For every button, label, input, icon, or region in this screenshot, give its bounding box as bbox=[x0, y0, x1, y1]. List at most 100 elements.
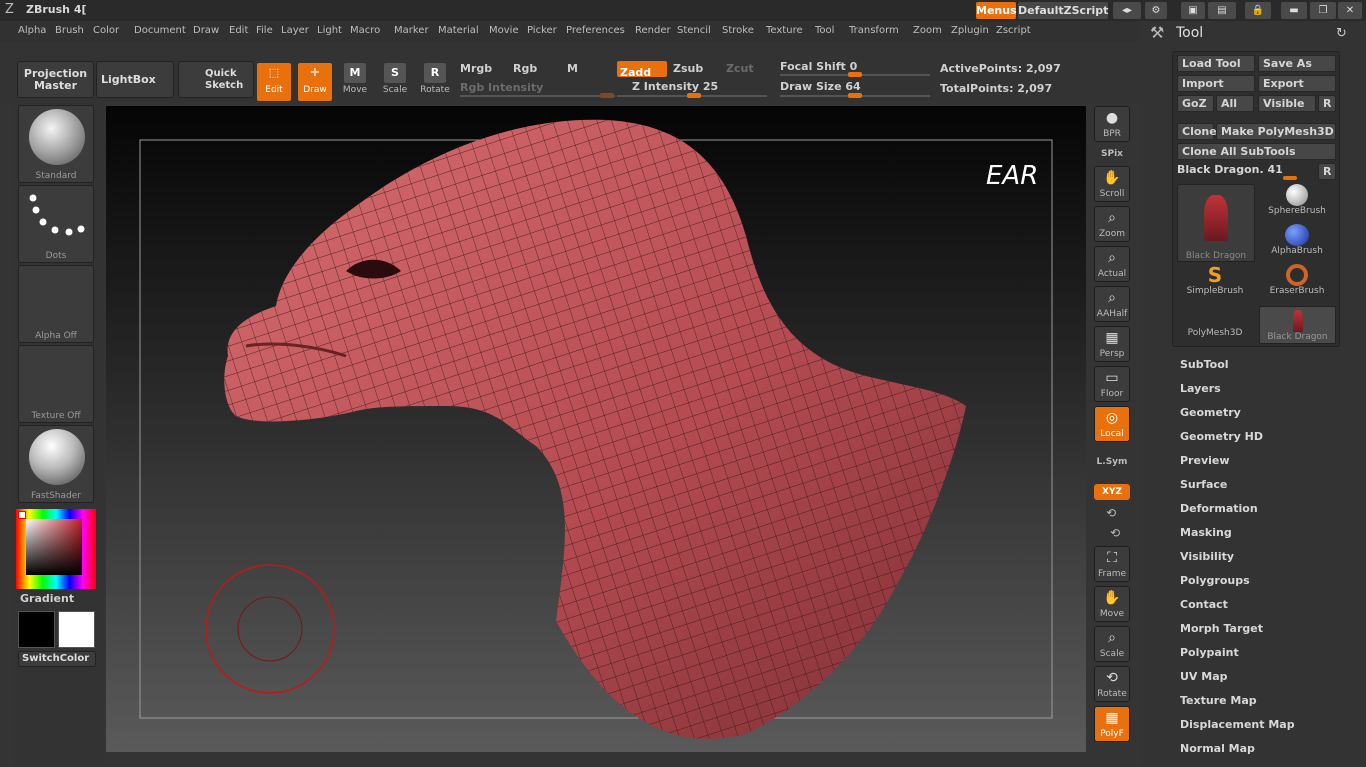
subtool-eraserbrush[interactable]: EraserBrush bbox=[1259, 264, 1335, 302]
projection-master-button[interactable]: Projection Master bbox=[17, 61, 94, 98]
rotate-z-icon[interactable]: ⟲ bbox=[1110, 526, 1120, 540]
menu-texture[interactable]: Texture bbox=[766, 25, 803, 36]
subtool-black-dragon-large[interactable]: Black Dragon bbox=[1177, 184, 1255, 262]
viewport[interactable]: EAR bbox=[106, 106, 1086, 752]
subtool-simplebrush[interactable]: S SimpleBrush bbox=[1177, 264, 1253, 302]
rotate-button[interactable]: ⟲ Rotate bbox=[1094, 666, 1130, 702]
section-layers[interactable]: Layers bbox=[1180, 382, 1221, 395]
section-masking[interactable]: Masking bbox=[1180, 526, 1232, 539]
z-intensity-track[interactable] bbox=[617, 93, 767, 98]
section-uv-map[interactable]: UV Map bbox=[1180, 670, 1228, 683]
edit-mode-button[interactable]: ⬚ Edit bbox=[257, 63, 291, 101]
make-polymesh-button[interactable]: Make PolyMesh3D bbox=[1216, 123, 1336, 140]
menu-light[interactable]: Light bbox=[317, 25, 342, 36]
menu-file[interactable]: File bbox=[256, 25, 273, 36]
menu-layer[interactable]: Layer bbox=[281, 25, 309, 36]
draw-size-track[interactable] bbox=[780, 93, 930, 98]
rotate-y-icon[interactable]: ⟲ bbox=[1106, 506, 1116, 520]
menu-zoom[interactable]: Zoom bbox=[913, 25, 942, 36]
focal-shift-slider[interactable]: Focal Shift 0 bbox=[780, 60, 857, 73]
load-tool-button[interactable]: Load Tool bbox=[1177, 55, 1255, 72]
scroll-button[interactable]: ✋ Scroll bbox=[1094, 166, 1130, 202]
menu-tool[interactable]: Tool bbox=[815, 25, 834, 36]
document-canvas[interactable]: EAR bbox=[106, 106, 1086, 752]
section-subtool[interactable]: SubTool bbox=[1180, 358, 1229, 371]
menu-color[interactable]: Color bbox=[93, 25, 119, 36]
color-cursor-icon[interactable] bbox=[18, 511, 26, 519]
subtool-spherebrush[interactable]: SphereBrush bbox=[1259, 184, 1335, 222]
menu-draw[interactable]: Draw bbox=[193, 25, 219, 36]
all-button[interactable]: All bbox=[1216, 95, 1254, 112]
move-mode-button[interactable]: M Move bbox=[338, 63, 372, 101]
menu-material[interactable]: Material bbox=[438, 25, 479, 36]
menu-stroke[interactable]: Stroke bbox=[722, 25, 754, 36]
draw-size-slider[interactable]: Draw Size 64 bbox=[780, 80, 861, 93]
menu-macro[interactable]: Macro bbox=[350, 25, 380, 36]
export-button[interactable]: Export bbox=[1258, 75, 1336, 92]
menu-edit[interactable]: Edit bbox=[229, 25, 248, 36]
rgb-intensity-track[interactable] bbox=[460, 93, 615, 98]
m-button[interactable]: M bbox=[567, 62, 578, 75]
refresh-icon[interactable]: ↻ bbox=[1336, 26, 1347, 41]
alpha-selector[interactable]: Alpha Off bbox=[18, 265, 94, 343]
clone-all-subtools-button[interactable]: Clone All SubTools bbox=[1177, 143, 1336, 160]
r-button-2[interactable]: R bbox=[1318, 163, 1336, 180]
secondary-color-swatch[interactable] bbox=[58, 611, 95, 648]
color-picker-square[interactable] bbox=[26, 519, 82, 575]
z-intensity-slider[interactable]: Z Intensity 25 bbox=[632, 80, 718, 93]
import-button[interactable]: Import bbox=[1177, 75, 1255, 92]
color-picker-ring[interactable] bbox=[16, 509, 96, 589]
menu-picker[interactable]: Picker bbox=[527, 25, 557, 36]
draw-mode-button[interactable]: ✛ Draw bbox=[298, 63, 332, 101]
switch-color-button[interactable]: SwitchColor bbox=[18, 651, 96, 667]
rgb-button[interactable]: Rgb bbox=[513, 62, 537, 75]
spix-button[interactable]: SPix bbox=[1094, 146, 1130, 162]
goz-button[interactable]: GoZ bbox=[1177, 95, 1214, 112]
restore-icon[interactable]: ❐ bbox=[1310, 2, 1336, 19]
aahalf-button[interactable]: ⌕ AAHalf bbox=[1094, 286, 1130, 322]
quick-sketch-button[interactable]: Quick Sketch bbox=[178, 61, 254, 98]
menu-document[interactable]: Document bbox=[134, 25, 186, 36]
draw-size-knob[interactable] bbox=[848, 93, 862, 98]
actual-button[interactable]: ⌕ Actual bbox=[1094, 246, 1130, 282]
menu-render[interactable]: Render bbox=[635, 25, 671, 36]
section-normal-map[interactable]: Normal Map bbox=[1180, 742, 1255, 755]
zoom-button[interactable]: ⌕ Zoom bbox=[1094, 206, 1130, 242]
script-name-button[interactable]: DefaultZScript bbox=[1018, 2, 1108, 19]
frame-button[interactable]: ⛶ Frame bbox=[1094, 546, 1130, 582]
menu-brush[interactable]: Brush bbox=[55, 25, 84, 36]
section-morph-target[interactable]: Morph Target bbox=[1180, 622, 1263, 635]
floor-button[interactable]: ▭ Floor bbox=[1094, 366, 1130, 402]
xyz-button[interactable]: ⟳XYZ bbox=[1094, 484, 1130, 500]
menu-alpha[interactable]: Alpha bbox=[18, 25, 46, 36]
main-color-swatch[interactable] bbox=[18, 611, 55, 648]
rgb-intensity-slider[interactable]: Rgb Intensity bbox=[460, 81, 543, 94]
section-texture-map[interactable]: Texture Map bbox=[1180, 694, 1257, 707]
rgb-intensity-knob[interactable] bbox=[600, 93, 614, 98]
section-geometry-hd[interactable]: Geometry HD bbox=[1180, 430, 1263, 443]
gradient-label[interactable]: Gradient bbox=[20, 592, 74, 605]
menu-zplugin[interactable]: Zplugin bbox=[951, 25, 989, 36]
section-surface[interactable]: Surface bbox=[1180, 478, 1227, 491]
scroll-icon[interactable]: ◂▸ bbox=[1113, 2, 1141, 19]
gear-icon[interactable]: ⚙ bbox=[1145, 2, 1167, 19]
section-contact[interactable]: Contact bbox=[1180, 598, 1228, 611]
texture-selector[interactable]: Texture Off bbox=[18, 345, 94, 423]
zsub-button[interactable]: Zsub bbox=[673, 62, 703, 75]
clone-button[interactable]: Clone bbox=[1177, 123, 1217, 140]
brush-selector[interactable]: Standard bbox=[18, 105, 94, 183]
scale-mode-button[interactable]: S Scale bbox=[378, 63, 412, 101]
local-button[interactable]: ◎ Local bbox=[1094, 406, 1130, 442]
scale-button[interactable]: ⌕ Scale bbox=[1094, 626, 1130, 662]
bpr-button[interactable]: ● BPR bbox=[1094, 106, 1130, 142]
layout2-icon[interactable]: ▤ bbox=[1208, 2, 1236, 19]
section-deformation[interactable]: Deformation bbox=[1180, 502, 1258, 515]
layout-icon[interactable]: ▣ bbox=[1181, 2, 1205, 19]
lightbox-button[interactable]: LightBox bbox=[96, 61, 174, 98]
menus-button[interactable]: Menus bbox=[976, 2, 1017, 19]
section-geometry[interactable]: Geometry bbox=[1180, 406, 1241, 419]
save-as-button[interactable]: Save As bbox=[1258, 55, 1336, 72]
r-button[interactable]: R bbox=[1318, 95, 1336, 112]
polyf-button[interactable]: ▦ PolyF bbox=[1094, 706, 1130, 742]
minimize-icon[interactable]: ▬ bbox=[1281, 2, 1307, 19]
